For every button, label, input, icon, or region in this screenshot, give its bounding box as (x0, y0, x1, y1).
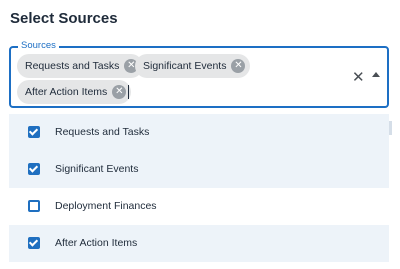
chip-label: Requests and Tasks (25, 60, 120, 72)
checkbox-checked[interactable] (28, 163, 40, 175)
checkbox-checked[interactable] (28, 126, 40, 138)
caret-up-icon[interactable] (372, 72, 380, 77)
close-icon[interactable]: ✕ (352, 70, 365, 85)
checkbox-unchecked[interactable] (28, 200, 40, 212)
option-label: Requests and Tasks (55, 126, 150, 138)
checkbox-checked[interactable] (28, 237, 40, 249)
option-significant-events[interactable]: Significant Events (9, 151, 389, 188)
option-requests-and-tasks[interactable]: Requests and Tasks (9, 114, 389, 151)
option-label: Deployment Finances (55, 200, 157, 212)
chip-requests-and-tasks: Requests and Tasks ✕ (17, 54, 144, 78)
page-title: Select Sources (10, 10, 118, 27)
option-label: Significant Events (55, 163, 139, 175)
chip-label: After Action Items (25, 86, 108, 98)
option-label: After Action Items (55, 237, 138, 249)
chip-after-action-items: After Action Items ✕ (17, 80, 132, 104)
sources-multiselect[interactable]: Sources Requests and Tasks ✕ Significant… (9, 40, 389, 108)
option-after-action-items[interactable]: After Action Items (9, 225, 389, 262)
sources-label: Sources (18, 40, 59, 51)
chip-label: Significant Events (143, 60, 227, 72)
remove-chip-icon[interactable]: ✕ (231, 59, 246, 73)
chip-significant-events: Significant Events ✕ (135, 54, 251, 78)
text-cursor[interactable] (128, 85, 129, 99)
remove-chip-icon[interactable]: ✕ (112, 85, 127, 99)
scrollbar-track[interactable] (389, 121, 392, 135)
options-list: Requests and Tasks Significant Events De… (9, 114, 389, 262)
option-deployment-finances[interactable]: Deployment Finances (9, 188, 389, 225)
